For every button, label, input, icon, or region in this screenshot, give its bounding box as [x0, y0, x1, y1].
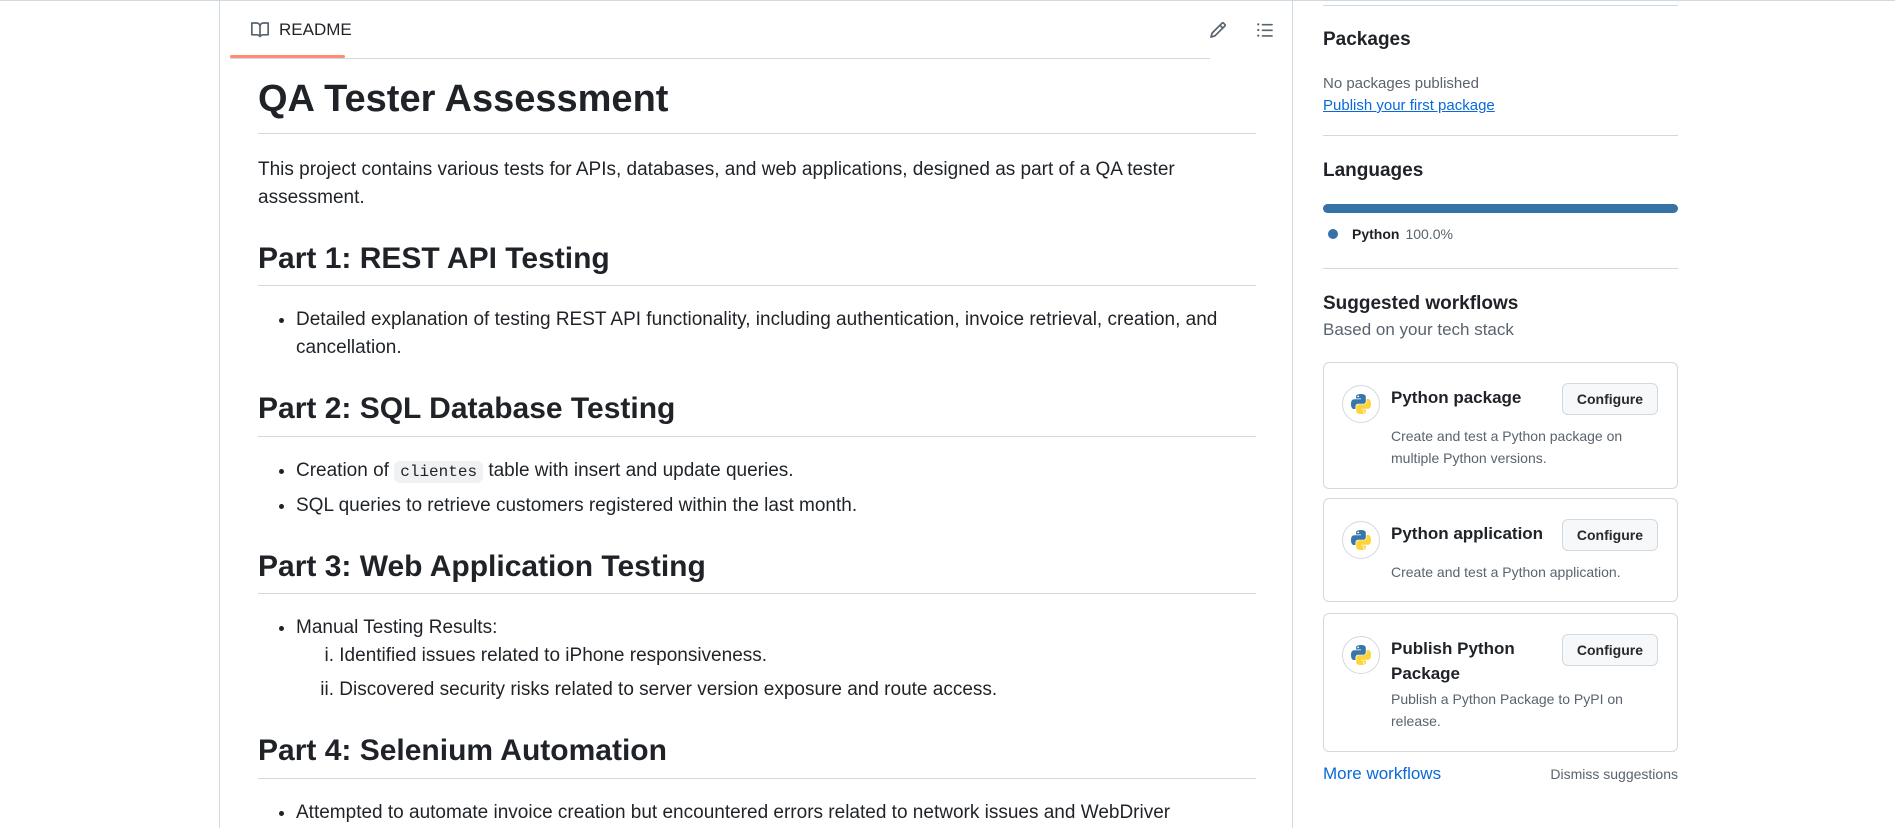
readme-header: README — [220, 0, 1292, 59]
list-part2: Creation of clientes table with insert a… — [258, 457, 1256, 520]
workflow-card-python-package: Python package Create and test a Python … — [1323, 362, 1678, 489]
packages-title: Packages — [1323, 29, 1411, 50]
sidebar-divider — [1323, 135, 1678, 136]
table-of-contents-button[interactable] — [1253, 18, 1277, 42]
language-item-python[interactable]: Python 100.0% — [1328, 226, 1453, 242]
configure-button[interactable]: Configure — [1561, 519, 1658, 551]
sub-list-number: ii. — [320, 679, 334, 701]
workflow-name: Python package — [1391, 388, 1522, 407]
packages-empty-text: No packages published — [1323, 75, 1479, 92]
workflow-description: Create and test a Python package on mult… — [1391, 428, 1623, 466]
heading-part2: Part 2: SQL Database Testing — [258, 390, 1256, 437]
sub-list-text: Identified issues related to iPhone resp… — [339, 645, 768, 667]
list-part4: Attempted to automate invoice creation b… — [258, 799, 1256, 827]
workflow-name: Publish Python Package — [1391, 639, 1515, 683]
sub-list: i. Identified issues related to iPhone r… — [296, 642, 1256, 704]
sidebar-divider — [1323, 268, 1678, 269]
list-item: Detailed explanation of testing REST API… — [296, 306, 1256, 362]
list-icon — [1257, 23, 1273, 37]
language-name: Python — [1352, 226, 1400, 242]
readme-panel: README QA Tester Assessment This project… — [219, 0, 1293, 828]
readme-intro: This project contains various tests for … — [258, 158, 1175, 208]
list-item-text: Creation of — [296, 459, 395, 481]
list-item-text: Manual Testing Results: — [296, 617, 498, 639]
list-item-text: table with insert and update queries. — [483, 459, 794, 481]
heading-part3: Part 3: Web Application Testing — [258, 548, 1256, 595]
configure-button[interactable]: Configure — [1561, 383, 1658, 415]
readme-title: QA Tester Assessment — [258, 59, 1256, 134]
language-color-dot — [1328, 229, 1338, 239]
inline-code: clientes — [394, 460, 484, 483]
workflows-subtitle: Based on your tech stack — [1323, 320, 1514, 339]
language-percent: 100.0% — [1405, 226, 1453, 242]
sidebar-divider — [1323, 5, 1678, 6]
sub-list-text: Discovered security risks related to ser… — [339, 679, 998, 701]
list-part1: Detailed explanation of testing REST API… — [258, 306, 1256, 362]
sub-list-number: i. — [324, 645, 335, 667]
tab-readme[interactable]: README — [230, 0, 352, 59]
configure-button[interactable]: Configure — [1561, 634, 1658, 666]
list-item: Manual Testing Results: i. Identified is… — [296, 614, 1256, 704]
workflows-title: Suggested workflows — [1323, 293, 1519, 314]
workflow-description: Publish a Python Package to PyPI on rele… — [1391, 691, 1623, 729]
workflow-card-publish-python-package: Publish Python Package Publish a Python … — [1323, 613, 1678, 752]
python-icon — [1342, 636, 1380, 674]
workflow-card-python-application: Python application Create and test a Pyt… — [1323, 498, 1678, 602]
more-workflows-link[interactable]: More workflows — [1323, 764, 1441, 784]
heading-part1: Part 1: REST API Testing — [258, 240, 1256, 287]
pencil-icon — [1210, 22, 1226, 38]
book-icon — [251, 22, 270, 38]
edit-readme-button[interactable] — [1206, 18, 1230, 42]
workflow-name: Python application — [1391, 524, 1544, 543]
languages-title: Languages — [1323, 160, 1424, 181]
python-icon — [1342, 521, 1380, 559]
workflow-description: Create and test a Python application. — [1391, 564, 1621, 580]
list-item: SQL queries to retrieve customers regist… — [296, 492, 1256, 520]
dismiss-suggestions-button[interactable]: Dismiss suggestions — [1550, 766, 1678, 782]
python-icon — [1342, 385, 1380, 423]
sub-list-item: i. Identified issues related to iPhone r… — [296, 642, 1256, 670]
heading-part4: Part 4: Selenium Automation — [258, 732, 1256, 779]
publish-package-link[interactable]: Publish your first package — [1323, 97, 1495, 114]
list-part3: Manual Testing Results: i. Identified is… — [258, 614, 1256, 704]
list-item: Creation of clientes table with insert a… — [296, 457, 1256, 486]
readme-content: QA Tester Assessment This project contai… — [258, 59, 1256, 833]
language-bar — [1323, 204, 1678, 213]
readme-tab-label: README — [279, 20, 352, 39]
sub-list-item: ii. Discovered security risks related to… — [296, 676, 1256, 704]
list-item: Attempted to automate invoice creation b… — [296, 799, 1256, 827]
